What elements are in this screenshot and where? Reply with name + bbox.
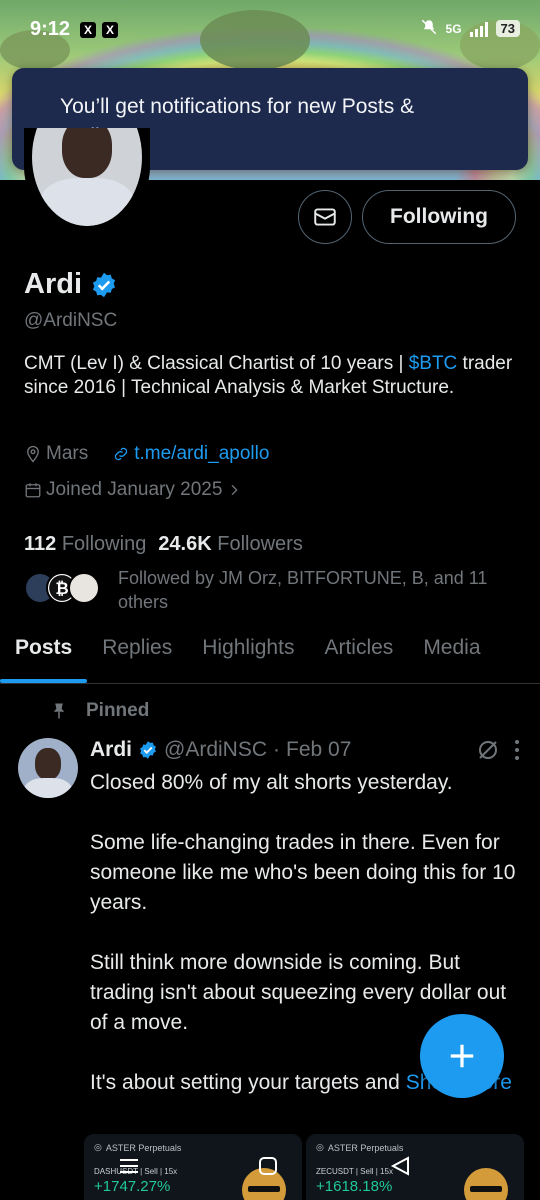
post-author-avatar[interactable] <box>18 738 78 798</box>
post-media[interactable]: ◎ ASTER Perpetuals DASHUSDT | Sell | 15x … <box>84 1134 524 1200</box>
post-paragraph: Some life-changing trades in there. Even… <box>90 831 516 914</box>
svg-text:₿: ₿ <box>55 580 68 598</box>
avatar-photo <box>32 128 142 226</box>
post-author-name[interactable]: Ardi <box>90 738 132 762</box>
following-count-link[interactable]: 112 Following <box>24 533 146 556</box>
verified-badge-icon <box>92 272 116 297</box>
follow-counts: 112 Following 24.6K Followers <box>24 533 303 556</box>
followers-count: 24.6K <box>158 533 212 555</box>
mutual-avatars: ₿ <box>24 572 100 614</box>
avatar-face <box>62 128 112 178</box>
tab-articles[interactable]: Articles <box>309 618 408 683</box>
location-pin-icon <box>27 445 39 463</box>
avatar-shirt <box>24 778 72 798</box>
tab-posts[interactable]: Posts <box>0 618 88 683</box>
following-count: 112 <box>24 533 57 555</box>
post-date[interactable]: Feb 07 <box>286 738 351 762</box>
post-header: Ardi @ArdiNSC · Feb 07 <box>90 738 351 762</box>
followed-by-text: Followed by JM Orz, BITFORTUNE, B, and 1… <box>118 568 488 612</box>
post-author-handle[interactable]: @ArdiNSC <box>164 738 267 762</box>
grok-icon[interactable] <box>476 738 500 762</box>
message-button[interactable] <box>298 190 352 244</box>
pin-icon <box>53 703 65 719</box>
status-indicators: 5G 73 <box>420 18 520 39</box>
profile-meta: Mars t.me/ardi_apollo <box>24 443 269 465</box>
avatar-face <box>35 748 61 780</box>
profile-handle: @ArdiNSC <box>24 310 118 331</box>
bio-cashtag-link[interactable]: $BTC <box>409 353 458 374</box>
website[interactable]: t.me/ardi_apollo <box>112 443 269 465</box>
media-brand-text: ASTER Perpetuals <box>105 1142 182 1153</box>
website-link[interactable]: t.me/ardi_apollo <box>134 443 269 465</box>
tab-media[interactable]: Media <box>408 618 495 683</box>
post-actions-top <box>476 738 520 762</box>
pair-side: Sell <box>360 1167 374 1176</box>
link-icon <box>115 447 128 461</box>
media-brand: ◎ ASTER Perpetuals <box>316 1142 514 1153</box>
x-app-icon: X <box>102 22 118 38</box>
calendar-icon <box>25 483 41 498</box>
following-button[interactable]: Following <box>362 190 516 244</box>
pinned-indicator: Pinned <box>50 700 149 722</box>
status-bar: 9:12 X X 5G 73 <box>0 0 540 60</box>
network-label: 5G <box>445 21 462 36</box>
followed-by[interactable]: ₿ Followed by JM Orz, BITFORTUNE, B, and… <box>24 566 524 614</box>
plus-icon <box>450 1044 474 1068</box>
mute-icon <box>420 18 438 39</box>
profile-bio: CMT (Lev I) & Classical Chartist of 10 y… <box>24 352 514 400</box>
mutual-avatar <box>68 572 100 604</box>
aster-logo-icon: ◎ <box>316 1142 324 1152</box>
followers-count-link[interactable]: 24.6K Followers <box>158 533 303 556</box>
status-time: 9:12 <box>30 18 71 40</box>
aster-logo-icon: ◎ <box>94 1142 102 1152</box>
profile-name-row: Ardi <box>24 268 118 301</box>
pair-name: ZECUSDT <box>316 1167 354 1176</box>
post-paragraph: Closed 80% of my alt shorts yesterday. <box>90 771 453 794</box>
verified-badge-icon <box>140 741 156 759</box>
tab-highlights[interactable]: Highlights <box>187 618 309 683</box>
x-app-icon: X <box>80 22 96 38</box>
followers-label: Followers <box>217 533 303 555</box>
media-brand: ◎ ASTER Perpetuals <box>94 1142 292 1153</box>
pair-side: Sell <box>144 1167 158 1176</box>
profile-tabs: Posts Replies Highlights Articles Media <box>0 618 540 684</box>
location: Mars <box>24 443 88 465</box>
pinned-label: Pinned <box>86 700 150 721</box>
post-separator: · <box>273 738 281 761</box>
joined-text: Joined January 2025 <box>46 479 223 500</box>
pair-leverage: 15x <box>164 1167 178 1176</box>
mail-icon <box>314 208 336 226</box>
following-label: Following <box>61 533 147 555</box>
more-options-icon[interactable] <box>514 739 520 761</box>
recents-nav-icon[interactable] <box>118 1156 140 1176</box>
post-paragraph: It's about setting your targets and <box>90 1071 400 1094</box>
profile-avatar[interactable] <box>24 128 150 230</box>
tab-replies[interactable]: Replies <box>87 618 187 683</box>
chevron-right-icon <box>231 484 239 496</box>
back-nav-icon[interactable] <box>390 1156 410 1176</box>
signal-icon <box>469 21 488 37</box>
location-text: Mars <box>46 443 89 464</box>
compose-post-button[interactable] <box>420 1014 504 1098</box>
bio-text: CMT (Lev I) & Classical Chartist of 10 y… <box>24 353 409 374</box>
profile-name: Ardi <box>24 268 82 300</box>
joined-date[interactable]: Joined January 2025 <box>24 479 242 501</box>
battery-icon: 73 <box>495 20 520 37</box>
media-brand-text: ASTER Perpetuals <box>327 1142 404 1153</box>
media-card[interactable]: ◎ ASTER Perpetuals ZECUSDT | Sell | 15x +… <box>306 1134 524 1200</box>
avatar-shirt <box>40 178 134 226</box>
home-nav-icon[interactable] <box>258 1156 278 1176</box>
